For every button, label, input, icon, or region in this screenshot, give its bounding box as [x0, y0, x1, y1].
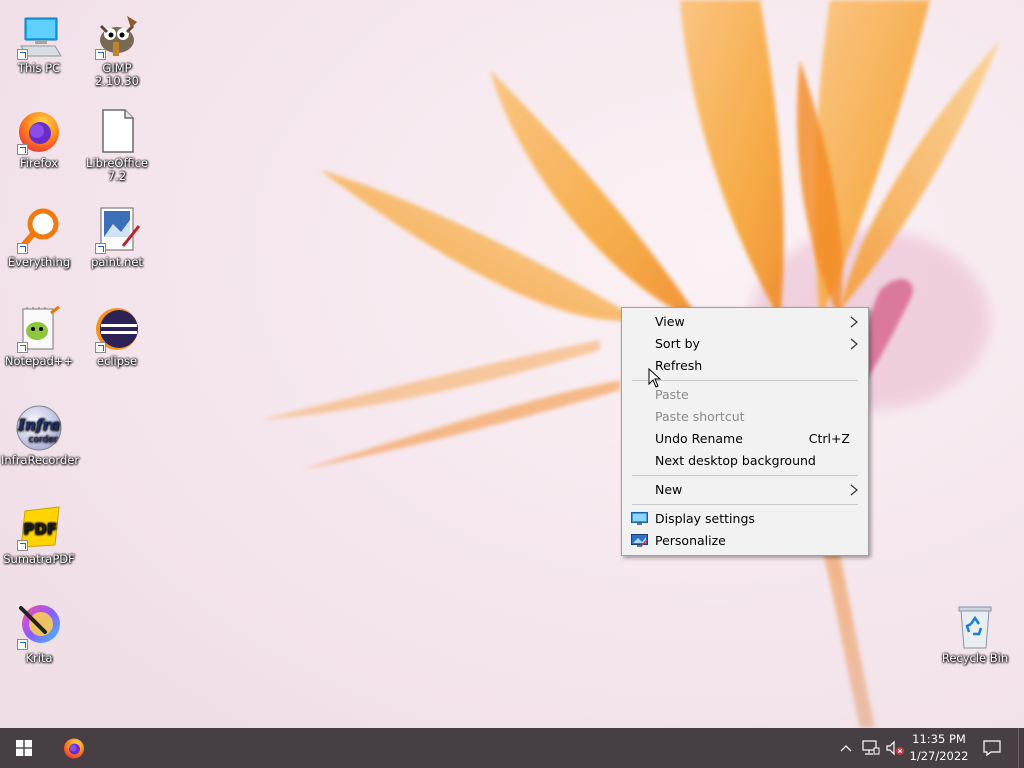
menu-item-personalize[interactable]: Personalize [622, 530, 868, 552]
menu-item-shortcut: Ctrl+Z [808, 431, 850, 446]
menu-item-label: Personalize [655, 533, 726, 548]
desktop-icon-eclipse[interactable]: eclipse [79, 305, 155, 368]
menu-item-label: Refresh [655, 358, 703, 373]
shortcut-arrow-icon [17, 540, 28, 551]
desktop-context-menu: View Sort by Refresh Paste Paste shortcu… [621, 307, 869, 556]
chevron-right-icon [850, 479, 858, 503]
windows-logo-icon [16, 740, 32, 756]
display-settings-icon [631, 512, 648, 525]
icon-label: eclipse [96, 354, 138, 368]
icon-label: Recycle Bin [941, 651, 1009, 665]
shortcut-arrow-icon [17, 49, 28, 60]
desktop-icon-everything[interactable]: Everything [1, 206, 77, 269]
show-hidden-icons-button[interactable] [836, 728, 856, 768]
show-desktop-button[interactable] [1018, 728, 1024, 768]
desktop-icon-notepadpp[interactable]: Notepad++ [1, 305, 77, 368]
menu-item-label: Next desktop background [655, 453, 816, 468]
desktop-icon-gimp[interactable]: GIMP 2.10.30 [79, 12, 155, 88]
icon-label: This PC [17, 61, 61, 75]
menu-item-sort-by[interactable]: Sort by [622, 333, 868, 355]
start-button[interactable] [0, 728, 48, 768]
menu-separator [632, 475, 858, 476]
volume-muted-icon [886, 740, 904, 756]
menu-item-label: View [655, 314, 685, 329]
action-center-icon [983, 740, 1001, 756]
action-center-button[interactable] [978, 728, 1006, 768]
chevron-right-icon [850, 333, 858, 357]
icon-label: SumatraPDF [3, 552, 75, 566]
menu-item-label: Undo Rename [655, 431, 743, 446]
desktop-icon-paintnet[interactable]: paint.net [79, 206, 155, 269]
volume-tray-button[interactable] [884, 728, 906, 768]
pdf-text: PDF [23, 520, 57, 538]
taskbar-clock[interactable]: 11:35 PM 1/27/2022 [905, 731, 973, 765]
menu-item-undo-rename[interactable]: Undo Rename Ctrl+Z [622, 428, 868, 450]
shortcut-arrow-icon [95, 243, 106, 254]
firefox-icon [64, 738, 84, 759]
personalize-icon [631, 534, 648, 547]
icon-label: Krita [25, 651, 53, 665]
taskbar: 11:35 PM 1/27/2022 [0, 728, 1024, 768]
desktop-icon-this-pc[interactable]: This PC [1, 12, 77, 75]
clock-date: 1/27/2022 [909, 749, 969, 763]
shortcut-arrow-icon [17, 342, 28, 353]
menu-separator [632, 380, 858, 381]
icon-label: LibreOffice 7.2 [85, 156, 149, 183]
menu-item-label: Display settings [655, 511, 755, 526]
menu-item-label: New [655, 482, 683, 497]
icon-label: paint.net [91, 255, 143, 269]
network-icon [862, 740, 880, 755]
mouse-cursor-icon [648, 368, 662, 388]
corder-text: corder [29, 435, 58, 445]
menu-item-paste-shortcut: Paste shortcut [622, 406, 868, 428]
shortcut-arrow-icon [95, 49, 106, 60]
icon-label: GIMP 2.10.30 [95, 61, 139, 88]
desktop-icon-infrarecorder[interactable]: Infra corder InfraRecorder [1, 404, 80, 467]
icon-label: Notepad++ [4, 354, 74, 368]
chevron-right-icon [850, 311, 858, 335]
menu-item-view[interactable]: View [622, 311, 868, 333]
menu-item-display-settings[interactable]: Display settings [622, 508, 868, 530]
desktop-icon-krita[interactable]: Krita [1, 602, 77, 665]
menu-separator [632, 504, 858, 505]
clock-time: 11:35 PM [912, 732, 966, 746]
chevron-up-icon [840, 745, 852, 752]
shortcut-arrow-icon [95, 342, 106, 353]
menu-item-label: Sort by [655, 336, 700, 351]
menu-item-label: Paste shortcut [655, 409, 745, 424]
icon-label: Firefox [19, 156, 59, 170]
desktop-icon-sumatrapdf[interactable]: PDF SumatraPDF [1, 503, 77, 566]
menu-item-next-desktop-background[interactable]: Next desktop background [622, 450, 868, 472]
shortcut-arrow-icon [17, 243, 28, 254]
shortcut-arrow-icon [17, 639, 28, 650]
menu-item-label: Paste [655, 387, 689, 402]
icon-label: InfraRecorder [1, 453, 80, 467]
desktop-icon-firefox[interactable]: Firefox [1, 107, 77, 170]
firefox-taskbar-icon[interactable] [50, 728, 98, 768]
libreoffice-icon [102, 109, 134, 153]
desktop-icon-libreoffice[interactable]: LibreOffice 7.2 [79, 107, 155, 183]
infrarecorder-icon: Infra corder [16, 405, 62, 451]
recycle-bin-icon [958, 606, 992, 649]
infra-text: Infra [17, 416, 60, 434]
icon-label: Everything [7, 255, 71, 269]
network-tray-button[interactable] [860, 728, 882, 768]
shortcut-arrow-icon [17, 144, 28, 155]
desktop-icon-recycle-bin[interactable]: Recycle Bin [937, 602, 1013, 665]
menu-item-new[interactable]: New [622, 479, 868, 501]
